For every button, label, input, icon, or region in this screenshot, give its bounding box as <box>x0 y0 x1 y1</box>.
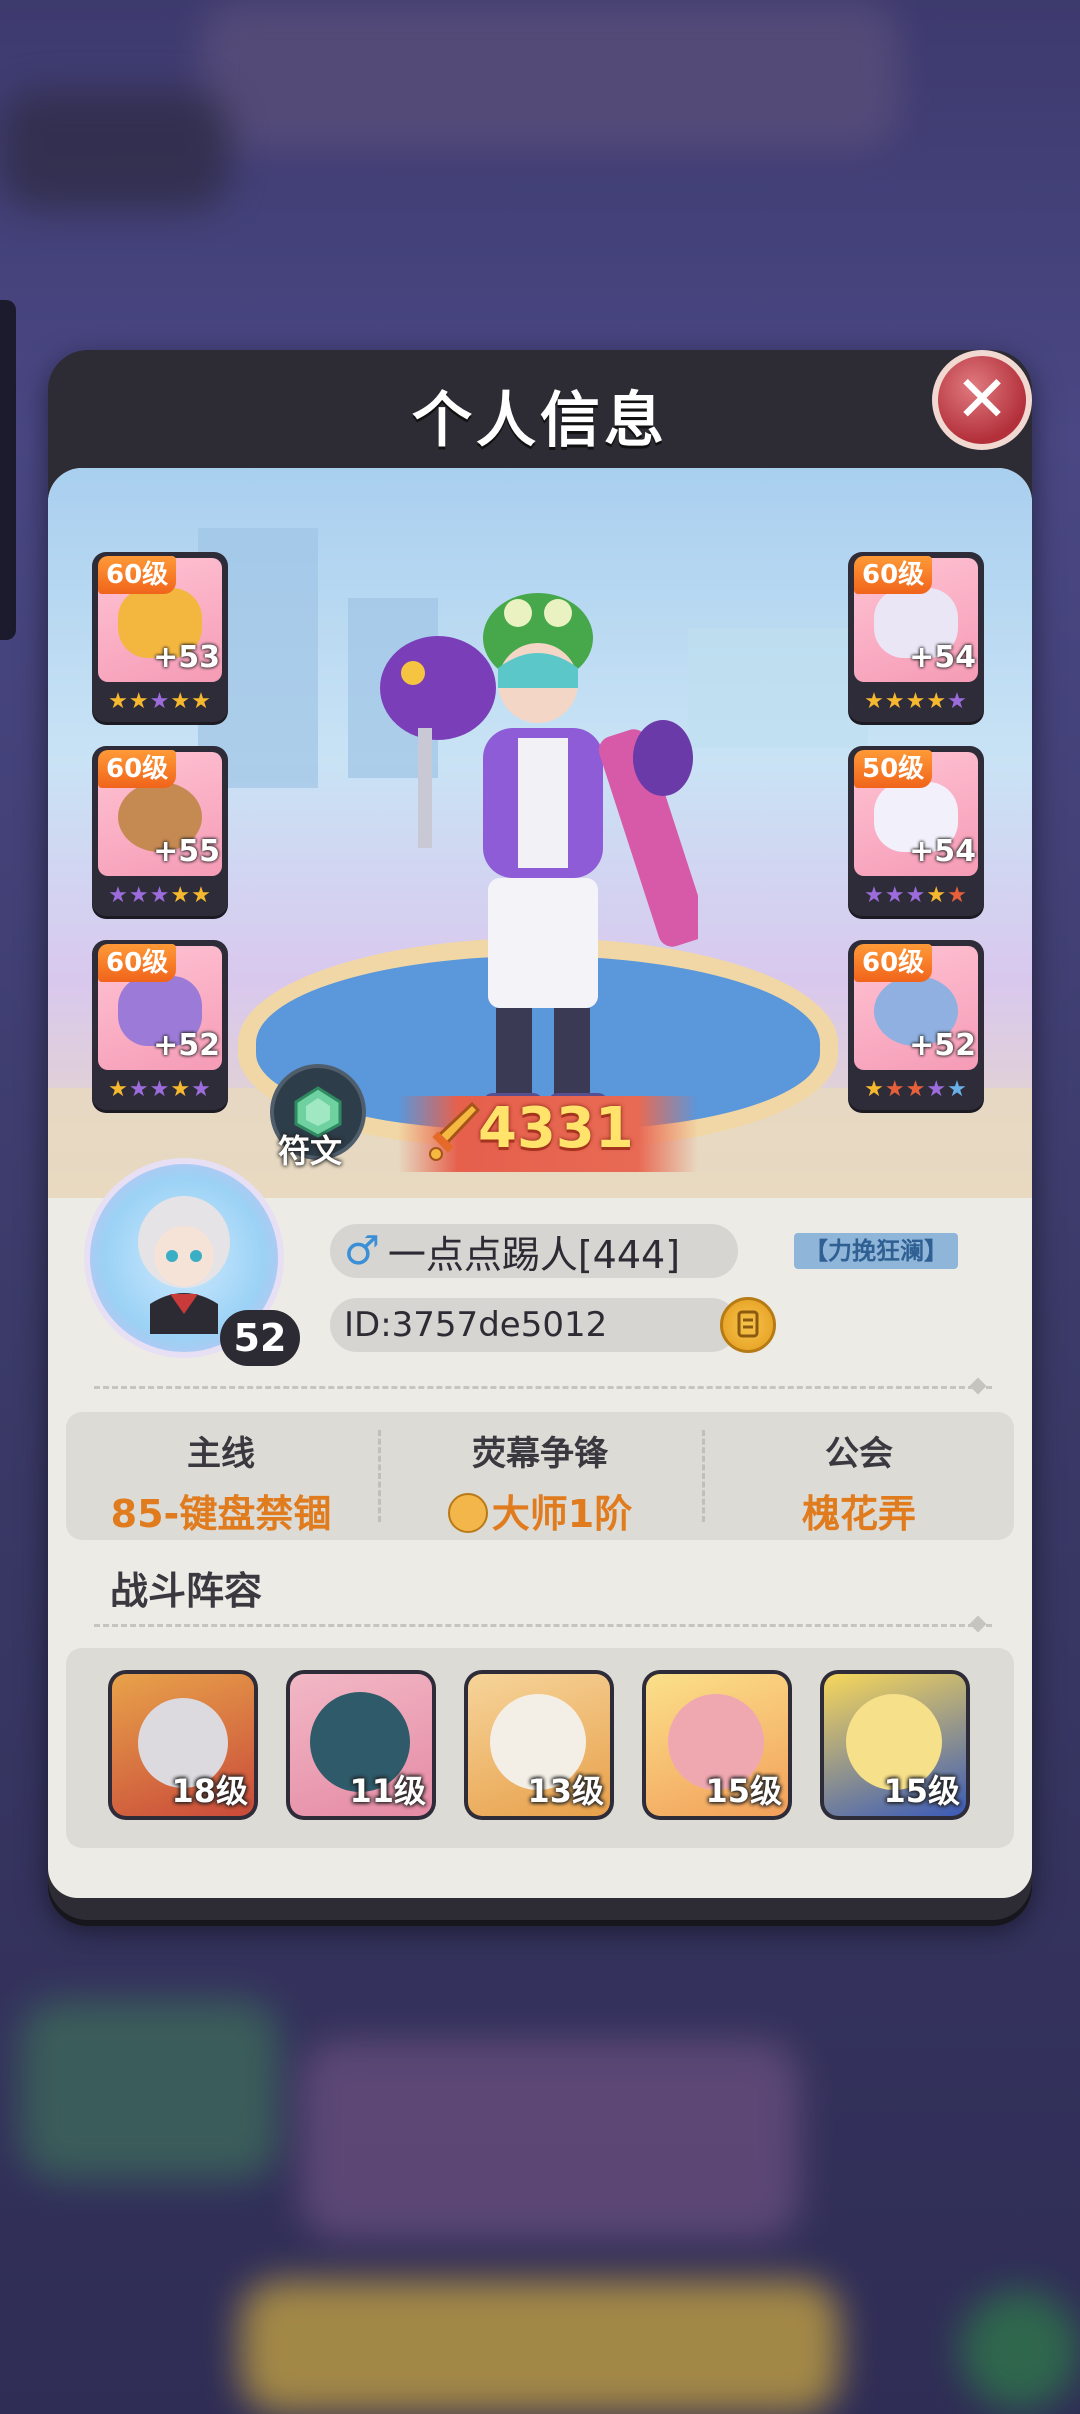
scene-building <box>688 628 868 748</box>
divider <box>94 1624 992 1627</box>
modal-title: 个人信息 <box>412 386 668 456</box>
lineup-member[interactable]: 15级 <box>642 1670 792 1820</box>
lineup-member[interactable]: 15级 <box>820 1670 970 1820</box>
star-rating: ★★★★★ <box>864 883 968 908</box>
equip-slot-jacket[interactable]: 60级 +54 ★★★★★ <box>848 552 984 722</box>
stat-guild[interactable]: 公会 槐花弄 <box>704 1412 1014 1540</box>
equip-level: 60级 <box>98 750 177 788</box>
stat-arena[interactable]: 荧幕争锋 大师1阶 <box>380 1412 700 1540</box>
equip-enhance: +53 <box>153 640 220 675</box>
equip-enhance: +54 <box>909 834 976 869</box>
stat-value: 85-键盘禁锢 <box>110 1492 332 1536</box>
team-section-title: 战斗阵容 <box>110 1569 263 1613</box>
equip-level: 50级 <box>854 750 933 788</box>
background-bottom-button <box>240 2280 840 2414</box>
stat-label: 主线 <box>187 1434 255 1474</box>
equip-enhance: +54 <box>909 640 976 675</box>
equip-enhance: +55 <box>153 834 220 869</box>
star-rating: ★★★★★ <box>108 1077 212 1102</box>
member-level: 13级 <box>527 1772 604 1810</box>
star-rating: ★★★★★ <box>864 689 968 714</box>
side-handle[interactable] <box>0 300 16 640</box>
member-level: 11级 <box>349 1772 426 1810</box>
player-name: 一点点踢人[444] <box>387 1232 681 1277</box>
background-top-banner <box>200 0 900 150</box>
equip-slot-boots[interactable]: 60级 +52 ★★★★★ <box>92 940 228 1110</box>
player-stats: 主线 85-键盘禁锢 荧幕争锋 大师1阶 公会 槐花弄 <box>66 1412 1014 1540</box>
equip-level: 60级 <box>854 944 933 982</box>
stat-value: 槐花弄 <box>801 1492 916 1536</box>
close-button[interactable]: ✕ <box>932 350 1032 450</box>
lineup-member[interactable]: 13级 <box>464 1670 614 1820</box>
rune-label: 符文 <box>278 1132 343 1170</box>
battle-lineup: 18级 11级 13级 15级 15级 <box>66 1648 1014 1848</box>
character-showcase: 60级 +53 ★★★★★ 60级 +55 ★★★★★ 60级 +52 ★★★★… <box>48 468 1032 1198</box>
star-rating: ★★★★★ <box>108 689 212 714</box>
stat-mainline[interactable]: 主线 85-键盘禁锢 <box>66 1412 376 1540</box>
stat-label: 荧幕争锋 <box>472 1434 608 1474</box>
copy-id-button[interactable] <box>720 1297 776 1353</box>
player-title-tag: 【力挽狂澜】 <box>794 1233 958 1269</box>
equip-slot-gadget[interactable]: 60级 +52 ★★★★★ <box>848 940 984 1110</box>
profile-panel: 60级 +53 ★★★★★ 60级 +55 ★★★★★ 60级 +52 ★★★★… <box>48 468 1032 1898</box>
equip-level: 60级 <box>854 556 933 594</box>
divider <box>94 1386 992 1389</box>
member-level: 15级 <box>705 1772 782 1810</box>
equip-slot-shorts[interactable]: 50级 +54 ★★★★★ <box>848 746 984 916</box>
background-bottom-left <box>20 2000 280 2180</box>
hero-character <box>380 593 698 1133</box>
lineup-member[interactable]: 11级 <box>286 1670 436 1820</box>
player-id: ID:3757de5012 <box>344 1305 608 1345</box>
close-icon: ✕ <box>955 363 1009 437</box>
divider-ornament <box>969 1615 987 1633</box>
background-bottom-center <box>300 2040 800 2240</box>
player-name-field: ♂ 一点点踢人[444] <box>330 1224 738 1278</box>
male-icon: ♂ <box>344 1228 380 1274</box>
background-left-panel <box>0 90 230 210</box>
copy-icon <box>737 1310 759 1338</box>
player-id-field: ID:3757de5012 <box>330 1298 738 1352</box>
lineup-member[interactable]: 18级 <box>108 1670 258 1820</box>
sword-icon <box>429 1101 481 1161</box>
player-level-badge: 52 <box>220 1310 300 1366</box>
background-bottom-right <box>960 2290 1080 2410</box>
equip-slot-helmet[interactable]: 60级 +53 ★★★★★ <box>92 552 228 722</box>
member-level: 15级 <box>883 1772 960 1810</box>
stat-value: 大师1阶 <box>491 1492 633 1536</box>
member-level: 18级 <box>171 1772 248 1810</box>
equip-level: 60级 <box>98 944 177 982</box>
combat-power-value: 4331 <box>478 1096 634 1161</box>
profile-modal: 个人信息 ✕ 60级 +53 ★★★★★ 60级 +55 ★★★★★ 60级 +… <box>48 350 1032 1920</box>
equip-level: 60级 <box>98 556 177 594</box>
equip-enhance: +52 <box>909 1028 976 1063</box>
star-rating: ★★★★★ <box>108 883 212 908</box>
equip-enhance: +52 <box>153 1028 220 1063</box>
star-rating: ★★★★★ <box>864 1077 968 1102</box>
stat-label: 公会 <box>825 1434 893 1474</box>
divider-ornament <box>969 1377 987 1395</box>
equip-slot-bracer[interactable]: 60级 +55 ★★★★★ <box>92 746 228 916</box>
rank-badge-icon <box>447 1493 488 1533</box>
